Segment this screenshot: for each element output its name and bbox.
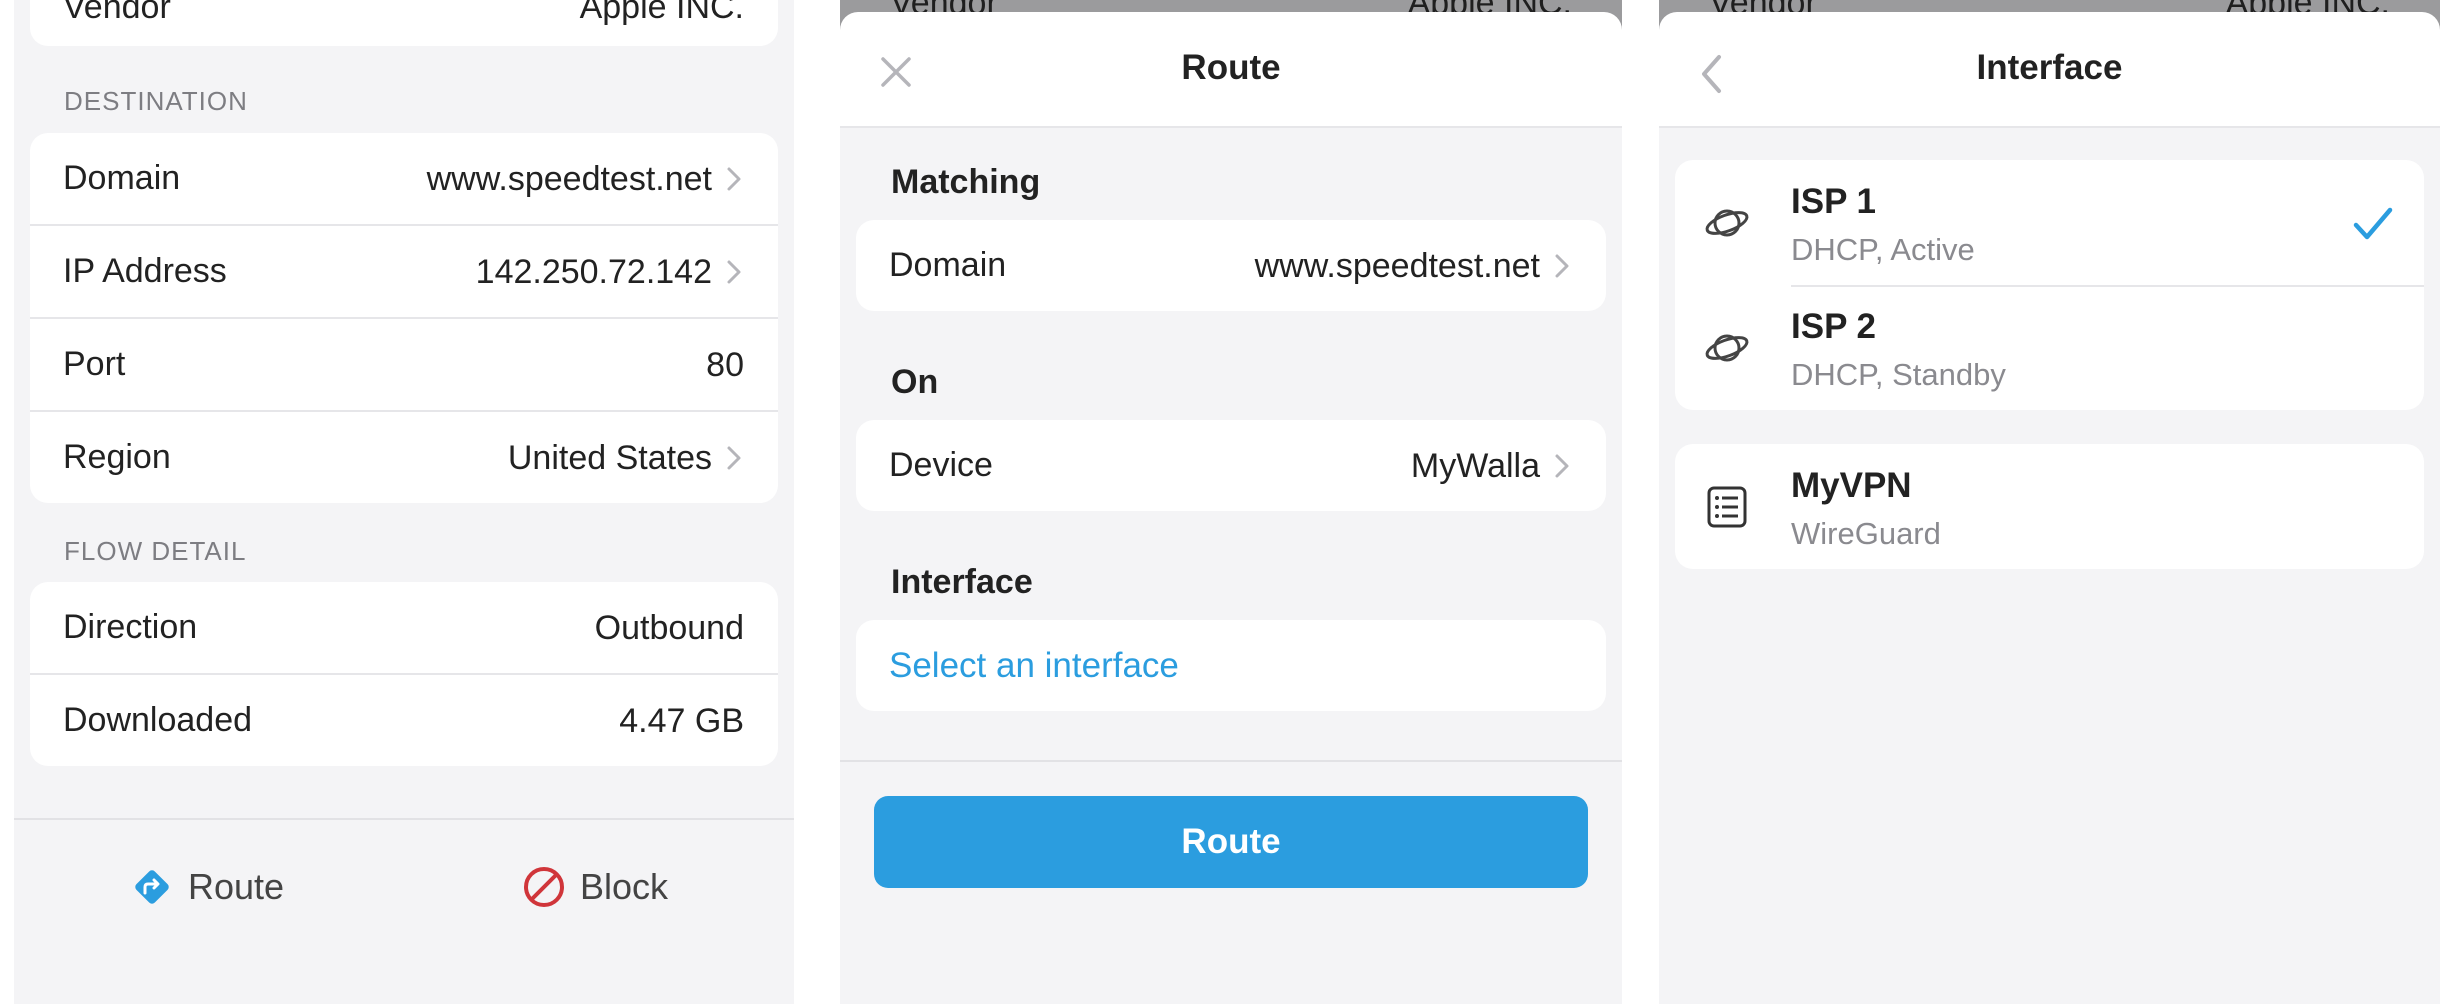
route-sheet-panel: Vendor Apple INC. Route Matching Domain … [840,0,1622,1004]
planet-icon [1705,209,1749,237]
row-value: MyWalla [1410,447,1540,485]
route-diamond-icon [135,870,169,904]
interface-row-myvpn[interactable]: MyVPN WireGuard [1675,444,2424,569]
route-action-button[interactable]: Route [130,862,284,912]
vpn-group-card: MyVPN WireGuard [1675,444,2424,569]
matching-card: Domain www.speedtest.net [856,220,1606,311]
interface-name: ISP 2 [1791,307,1876,346]
destination-section-title: DESTINATION [64,86,248,116]
matching-title: Matching [891,163,1041,201]
select-interface-row[interactable]: Select an interface [856,620,1606,711]
chevron-right-icon [1555,454,1569,478]
checkmark-icon [2353,207,2393,240]
sheet-title: Interface [1976,48,2123,87]
device-row[interactable]: Device MyWalla [856,420,1606,511]
row-label: Domain [63,159,181,197]
interface-name: ISP 1 [1791,182,1876,221]
row-label: IP Address [63,252,227,290]
sheet-header: Interface [1659,12,2440,128]
row-label: Port [63,345,126,383]
interface-name: MyVPN [1791,466,1912,505]
destination-row-region[interactable]: Region United States [30,412,778,503]
row-value: United States [507,439,712,477]
row-label: Region [63,438,171,476]
sheet-title: Route [1181,48,1281,87]
vendor-value: Apple INC. [579,0,744,26]
interface-subtitle: DHCP, Active [1791,232,1975,267]
row-label: Direction [63,608,198,646]
row-value: 142.250.72.142 [475,253,712,291]
interface-row-isp1[interactable]: ISP 1 DHCP, Active [1675,160,2424,285]
destination-row-port: Port 80 [30,319,778,412]
destination-row-domain[interactable]: Domain www.speedtest.net [30,133,778,226]
sheet-footer: Route [840,760,1622,1004]
list-icon [1707,486,1747,528]
on-card: Device MyWalla [856,420,1606,511]
row-value: Outbound [594,609,744,647]
chevron-right-icon [1555,254,1569,278]
interface-picker-panel: Vendor Apple INC. Interface ISP 1 DHCP, … [1659,0,2440,1004]
sheet-header: Route [840,12,1622,128]
on-title: On [891,363,939,401]
select-interface-link[interactable]: Select an interface [889,646,1179,686]
chevron-right-icon [727,260,741,284]
chevron-right-icon [727,446,741,470]
block-action-button[interactable]: Block [522,862,668,912]
interface-title: Interface [891,563,1033,601]
row-value: 80 [706,346,744,384]
interface-card: Select an interface [856,620,1606,711]
row-label: Downloaded [63,701,253,739]
row-value: www.speedtest.net [426,160,712,198]
row-value: www.speedtest.net [1254,247,1540,285]
destination-card: Domain www.speedtest.net IP Address 142.… [30,133,778,503]
route-action-label: Route [188,866,285,907]
interface-row-isp2[interactable]: ISP 2 DHCP, Standby [1675,285,2424,410]
row-label: Domain [889,246,1007,284]
chevron-right-icon [727,167,741,191]
matching-domain-row[interactable]: Domain www.speedtest.net [856,220,1606,311]
isp-group-card: ISP 1 DHCP, Active ISP 2 DHCP, Standby [1675,160,2424,410]
route-button[interactable]: Route [874,796,1588,888]
vendor-row: Vendor Apple INC. [30,0,778,46]
interface-subtitle: WireGuard [1791,516,1941,551]
action-bar: Route Block [14,818,794,1004]
planet-icon [1705,334,1749,362]
row-label: Device [889,446,993,484]
vendor-label: Vendor [63,0,171,26]
block-action-label: Block [580,866,669,907]
flow-detail-card: Direction Outbound Downloaded 4.47 GB [30,582,778,766]
block-icon [524,867,564,907]
flow-details-panel: Vendor Apple INC. DESTINATION Domain www… [14,0,794,1004]
interface-subtitle: DHCP, Standby [1791,357,2006,392]
flow-detail-section-title: FLOW DETAIL [64,536,247,566]
row-value: 4.47 GB [619,702,744,740]
flow-row-downloaded: Downloaded 4.47 GB [30,675,778,766]
destination-row-ip-address[interactable]: IP Address 142.250.72.142 [30,226,778,319]
flow-row-direction: Direction Outbound [30,582,778,675]
